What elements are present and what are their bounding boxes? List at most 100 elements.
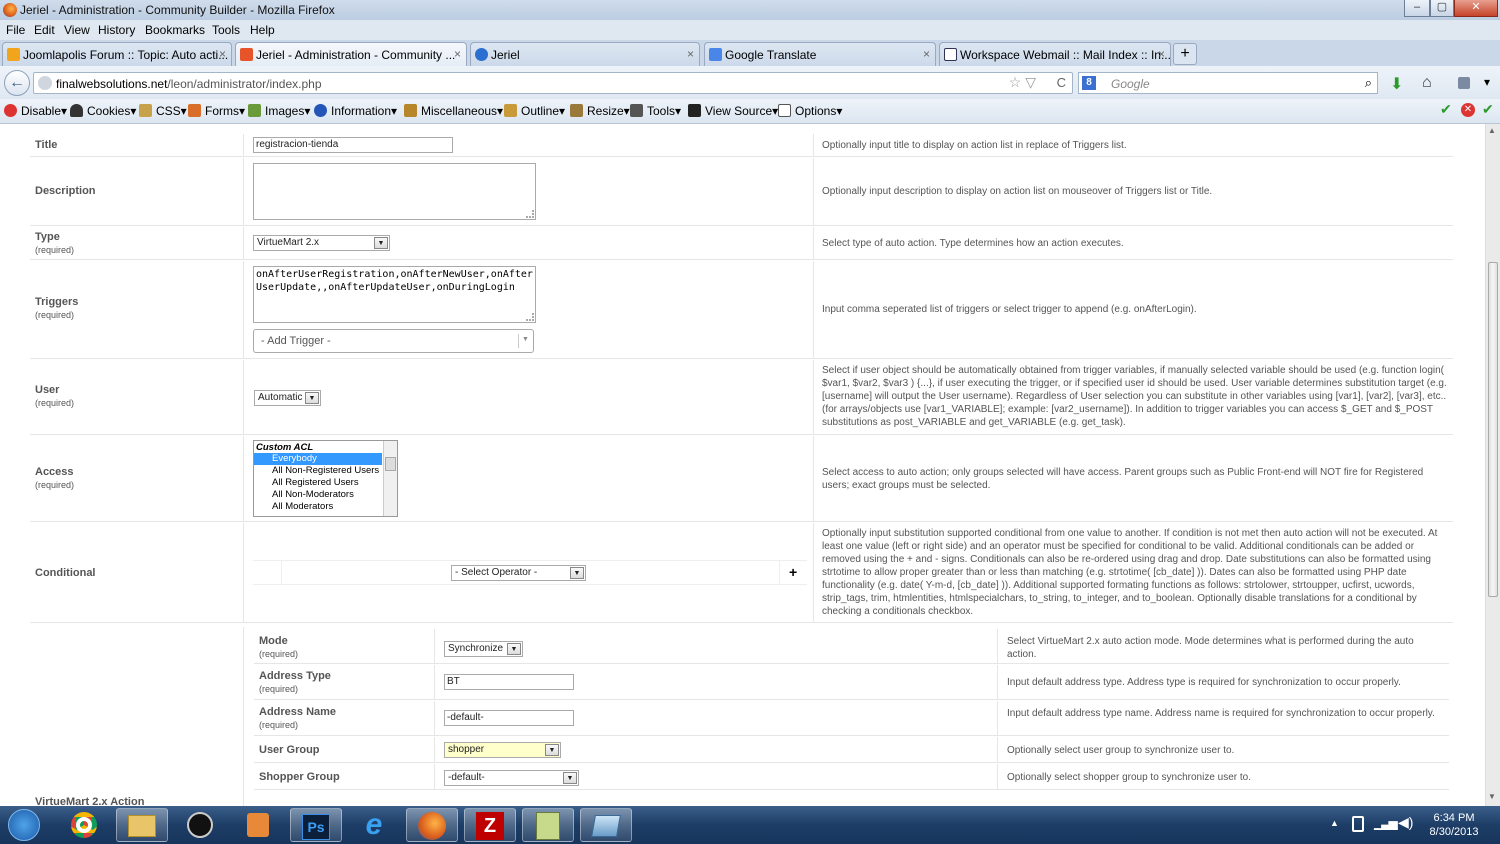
tray-chevron-icon[interactable]: ▲ [1330,818,1339,828]
volume-icon[interactable]: ◀) [1398,814,1413,831]
taskbar-clock[interactable]: 6:34 PM 8/30/2013 [1420,806,1488,844]
search-bar[interactable]: 8 Google ⌕ [1078,72,1378,94]
check-green-icon[interactable]: ✔ [1440,101,1452,118]
scroll-thumb[interactable] [1488,262,1498,597]
ie-taskbar-button[interactable]: e [348,808,400,842]
add-trigger-select[interactable]: - Add Trigger - ▼ [253,329,534,353]
menu-tools[interactable]: Tools [212,23,240,37]
shopper-group-select[interactable]: -default- ▼ [444,770,579,786]
disable-menu[interactable]: Disable▾ [4,104,67,118]
mail-icon [944,48,957,61]
forms-menu[interactable]: Forms▾ [188,104,245,118]
home-icon[interactable]: ⌂ [1422,74,1432,92]
information-menu[interactable]: Information▾ [314,104,397,118]
description-textarea[interactable] [253,163,536,220]
close-tab-icon[interactable]: × [923,47,930,61]
listbox-scrollbar[interactable] [383,441,397,516]
devbar-label: Outline▾ [521,104,566,118]
notepad-taskbar-button[interactable] [522,808,574,842]
access-listbox[interactable]: Custom ACL Everybody All Non-Registered … [253,440,398,517]
description-label: Description [35,185,96,197]
add-conditional-icon[interactable]: + [789,564,797,580]
menu-history[interactable]: History [98,23,135,37]
scroll-thumb[interactable] [385,457,396,471]
maximize-button[interactable]: ▢ [1430,0,1454,17]
tab-jeriel[interactable]: Jeriel × [470,42,700,66]
app-taskbar-button[interactable] [580,808,632,842]
site-identity-icon[interactable] [38,76,52,90]
page-scrollbar[interactable]: ▲ ▼ [1485,124,1500,806]
css-menu[interactable]: CSS▾ [139,104,187,118]
minimize-button[interactable]: – [1404,0,1430,17]
network-signal-icon[interactable]: ▁▃▅ [1374,816,1398,830]
address-type-input[interactable]: BT [444,674,574,690]
acl-option[interactable]: All Non-Registered Users [254,465,397,477]
bookmark-star-icon[interactable]: ☆ ▽ [1009,74,1036,91]
error-red-icon[interactable]: ✕ [1461,103,1475,117]
hp-taskbar-button[interactable] [174,808,226,842]
drag-handle[interactable] [281,561,282,584]
user-group-select[interactable]: shopper ▼ [444,742,561,758]
menu-view[interactable]: View [64,23,90,37]
view-source-menu[interactable]: View Source▾ [688,104,778,118]
url-bar[interactable]: finalwebsolutions.net/leon/administrator… [33,72,1073,94]
chrome-taskbar-button[interactable] [58,808,110,842]
triggers-label: Triggers [35,296,79,308]
tray-device-icon[interactable] [1352,816,1364,832]
scroll-down-icon[interactable]: ▼ [1488,792,1496,801]
address-name-input[interactable]: -default- [444,710,574,726]
menu-edit[interactable]: Edit [34,23,55,37]
images-menu[interactable]: Images▾ [248,104,310,118]
tab-jeriel-admin[interactable]: Jeriel - Administration - Community ... … [235,42,467,67]
acl-option[interactable]: All Non-Moderators [254,489,397,501]
acl-option-everybody[interactable]: Everybody [254,453,382,465]
close-tab-icon[interactable]: × [1158,47,1165,61]
outline-menu[interactable]: Outline▾ [504,104,565,118]
close-button[interactable]: ✕ [1454,0,1498,17]
miscellaneous-menu[interactable]: Miscellaneous▾ [404,104,503,118]
devbar-label: View Source▾ [705,104,779,118]
menu-chevron-icon[interactable]: ▾ [1484,75,1490,89]
acl-option[interactable]: All Moderators [254,501,397,513]
triggers-textarea[interactable]: onAfterUserRegistration,onAfterNewUser,o… [253,266,536,323]
start-orb-button[interactable] [4,808,44,842]
tools-menu[interactable]: Tools▾ [630,104,681,118]
filezilla-taskbar-button[interactable]: Z [464,808,516,842]
close-tab-icon[interactable]: × [687,47,694,61]
addon-icon[interactable] [1458,77,1470,89]
css-icon [139,104,152,117]
operator-select[interactable]: - Select Operator - ▼ [451,565,586,581]
menu-file[interactable]: File [6,23,25,37]
download-icon[interactable]: ⬇ [1390,74,1403,94]
search-icon[interactable]: ⌕ [1365,75,1372,91]
menu-help[interactable]: Help [250,23,275,37]
google-engine-icon[interactable]: 8 [1082,76,1096,90]
photoshop-taskbar-button[interactable]: Ps [290,808,342,842]
cookies-menu[interactable]: Cookies▾ [70,104,136,118]
acl-option[interactable]: All Registered Users [254,477,397,489]
check-green-icon[interactable]: ✔ [1482,101,1494,118]
menu-bookmarks[interactable]: Bookmarks [145,23,205,37]
media-taskbar-button[interactable] [232,808,284,842]
url-text: finalwebsolutions.net/leon/administrator… [56,77,322,91]
new-tab-button[interactable]: + [1173,43,1197,65]
scroll-up-icon[interactable]: ▲ [1488,126,1496,135]
row-mode: Mode (required) Synchronize ▼ Select Virt… [254,629,1449,664]
back-button[interactable]: ← [4,70,30,96]
resize-grip-icon[interactable] [526,313,534,321]
tab-joomlapolis[interactable]: Joomlapolis Forum :: Topic: Auto acti...… [2,42,232,66]
tab-webmail[interactable]: Workspace Webmail :: Mail Index :: In...… [939,42,1171,66]
explorer-taskbar-button[interactable] [116,808,168,842]
firefox-taskbar-button[interactable] [406,808,458,842]
close-tab-icon[interactable]: × [454,47,461,61]
options-menu[interactable]: Options▾ [778,104,842,118]
title-input[interactable]: registracion-tienda [253,137,453,153]
close-tab-icon[interactable]: × [219,47,226,61]
mode-select[interactable]: Synchronize ▼ [444,641,523,657]
reload-icon[interactable]: C [1057,75,1066,90]
tab-google-translate[interactable]: Google Translate × [704,42,936,66]
resize-grip-icon[interactable] [526,210,534,218]
type-select[interactable]: VirtueMart 2.x ▼ [253,235,390,251]
user-select[interactable]: Automatic ▼ [254,390,321,406]
resize-menu[interactable]: Resize▾ [570,104,630,118]
